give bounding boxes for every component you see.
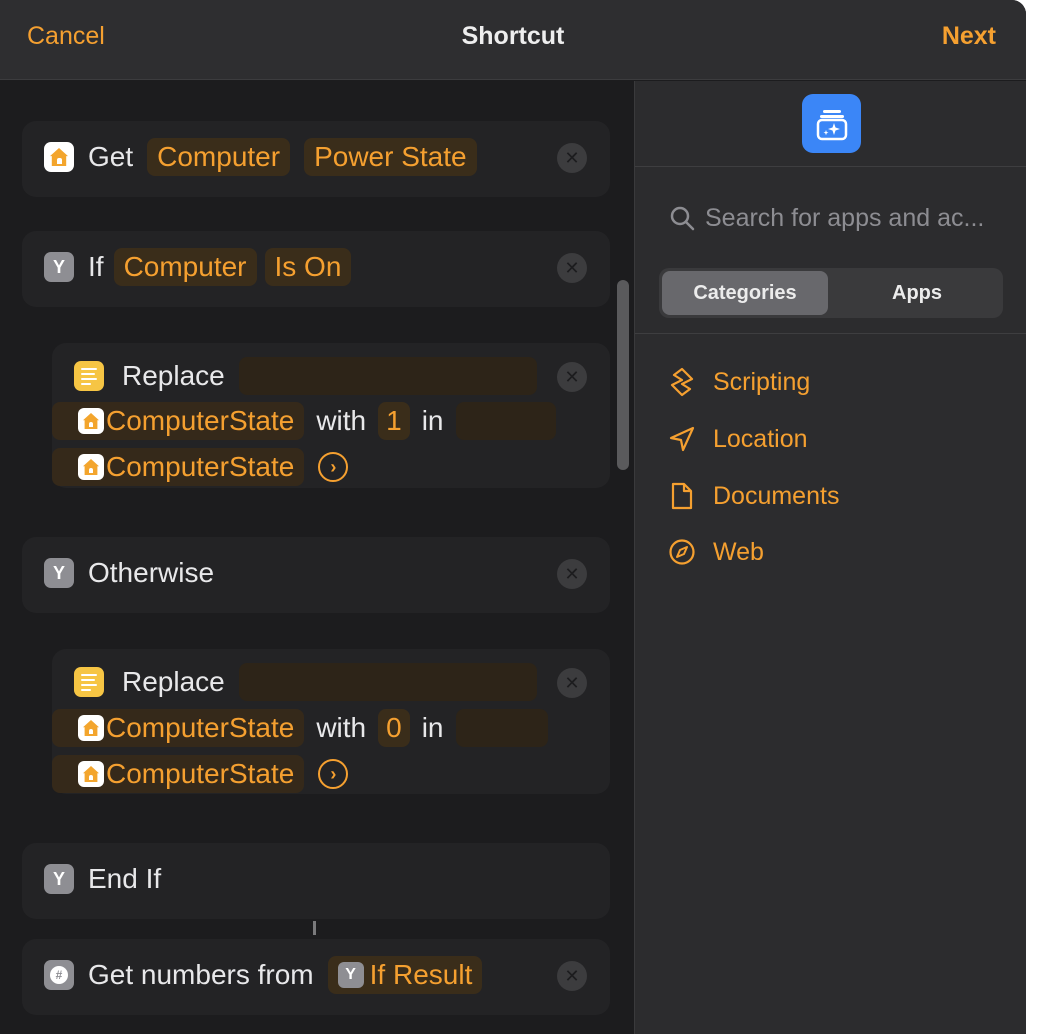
remove-action-button[interactable]: ✕ xyxy=(557,668,587,698)
endif-label: End If xyxy=(88,863,162,894)
input-field[interactable] xyxy=(455,402,556,440)
scripting-branch-icon: Y xyxy=(44,558,74,588)
otherwise-row: Y Otherwise xyxy=(44,553,214,593)
show-more-chevron-icon[interactable]: › xyxy=(318,452,349,482)
action-library-sidebar: Search for apps and ac... Categories App… xyxy=(634,81,1026,1034)
search-icon xyxy=(670,206,695,231)
variable-token[interactable]: ComputerState xyxy=(52,709,305,747)
replacement-value-token[interactable]: 1 xyxy=(378,402,410,440)
get-numbers-row: # Get numbers from Y If Result xyxy=(44,955,483,995)
segment-categories[interactable]: Categories xyxy=(662,271,828,315)
replace2-row: Replace xyxy=(74,662,537,702)
home-app-icon xyxy=(78,715,104,741)
property-token[interactable]: Power State xyxy=(304,138,477,176)
with-label: with xyxy=(316,712,367,743)
divider xyxy=(635,333,1026,334)
if-subject-token[interactable]: Computer xyxy=(113,248,257,286)
category-label: Web xyxy=(713,537,764,566)
title-bar: Cancel Shortcut Next xyxy=(0,0,1026,80)
category-documents[interactable]: Documents xyxy=(667,476,839,516)
category-scripting[interactable]: Scripting xyxy=(667,362,810,402)
scripting-branch-icon: Y xyxy=(44,864,74,894)
get-numbers-label: Get numbers from xyxy=(88,959,314,990)
target-variable-token[interactable]: ComputerState xyxy=(52,448,305,486)
search-placeholder: Search for apps and ac... xyxy=(705,203,985,232)
home-app-icon xyxy=(44,142,74,172)
replace-label: Replace xyxy=(122,666,225,697)
replace2-with-row: ComputerState with 0 in xyxy=(52,708,548,748)
in-label: in xyxy=(421,405,444,436)
find-text-field[interactable] xyxy=(238,357,537,395)
if-row: Y If Computer Is On xyxy=(44,247,352,287)
device-token[interactable]: Computer xyxy=(147,138,291,176)
scripting-branch-icon: Y xyxy=(337,962,364,988)
shortcut-window: Cancel Shortcut Next Get Computer Power … xyxy=(0,0,1026,1034)
home-app-icon xyxy=(78,761,104,787)
remove-action-button[interactable]: ✕ xyxy=(557,961,587,991)
library-segmented-control: Categories Apps xyxy=(659,268,1003,318)
category-location[interactable]: Location xyxy=(667,419,808,459)
replace1-target-row: ComputerState › xyxy=(52,447,349,487)
replace1-with-row: ComputerState with 1 in xyxy=(52,401,556,441)
replace2-target-row: ComputerState › xyxy=(52,754,349,794)
replace1-row: Replace xyxy=(74,356,537,396)
editor-scrollbar[interactable] xyxy=(617,280,629,470)
category-label: Scripting xyxy=(713,367,811,396)
shortcut-editor: Get Computer Power State ✕ Y If Computer… xyxy=(0,81,634,1034)
get-row: Get Computer Power State xyxy=(44,137,477,177)
home-app-icon xyxy=(78,454,104,480)
segment-apps[interactable]: Apps xyxy=(834,271,1000,315)
input-field[interactable] xyxy=(455,709,548,747)
scripting-icon xyxy=(667,367,697,397)
sparkle-stack-icon xyxy=(816,109,847,140)
target-variable-name: ComputerState xyxy=(106,451,295,482)
if-result-label: If Result xyxy=(369,959,473,990)
category-label: Documents xyxy=(713,481,840,510)
next-button[interactable]: Next xyxy=(942,22,996,51)
find-text-field[interactable] xyxy=(238,663,537,701)
endif-row: Y End If xyxy=(44,859,161,899)
number-app-icon: # xyxy=(44,960,74,990)
location-arrow-icon xyxy=(667,424,697,454)
if-condition-token[interactable]: Is On xyxy=(264,248,352,286)
sidebar-header xyxy=(635,81,1026,167)
if-label: If xyxy=(88,251,104,282)
target-variable-token[interactable]: ComputerState xyxy=(52,755,305,793)
connector-line xyxy=(313,921,316,935)
category-web[interactable]: Web xyxy=(667,532,764,572)
with-label: with xyxy=(316,405,367,436)
document-icon xyxy=(667,481,697,511)
variable-token[interactable]: ComputerState xyxy=(52,402,305,440)
category-label: Location xyxy=(713,424,808,453)
variable-name: ComputerState xyxy=(106,712,295,743)
text-app-icon xyxy=(74,361,104,391)
window-title: Shortcut xyxy=(461,22,565,50)
home-app-icon xyxy=(78,408,104,434)
replacement-value-token[interactable]: 0 xyxy=(378,709,410,747)
remove-action-button[interactable]: ✕ xyxy=(557,253,587,283)
search-field[interactable]: Search for apps and ac... xyxy=(669,201,1009,235)
variable-name: ComputerState xyxy=(106,405,295,436)
get-label: Get xyxy=(88,141,134,172)
if-result-token[interactable]: Y If Result xyxy=(327,956,483,994)
target-variable-name: ComputerState xyxy=(106,758,295,789)
remove-action-button[interactable]: ✕ xyxy=(557,362,587,392)
remove-action-button[interactable]: ✕ xyxy=(557,559,587,589)
remove-action-button[interactable]: ✕ xyxy=(557,143,587,173)
replace-label: Replace xyxy=(122,360,225,391)
shortcuts-sparkle-app-icon[interactable] xyxy=(802,94,861,153)
show-more-chevron-icon[interactable]: › xyxy=(318,759,349,789)
otherwise-label: Otherwise xyxy=(88,557,215,588)
compass-icon xyxy=(667,537,697,567)
text-app-icon xyxy=(74,667,104,697)
in-label: in xyxy=(421,712,444,743)
scripting-branch-icon: Y xyxy=(44,252,74,282)
